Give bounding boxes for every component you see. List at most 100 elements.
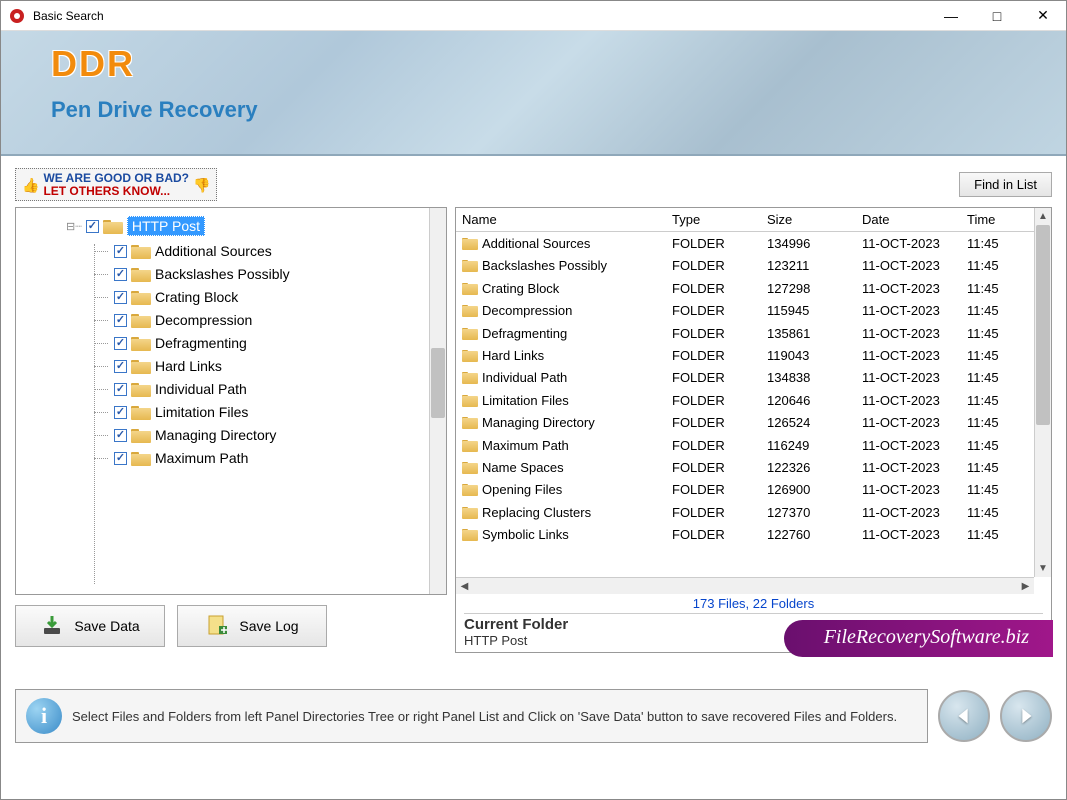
cell-size: 127370	[761, 501, 856, 524]
cell-date: 11-OCT-2023	[856, 456, 961, 479]
scroll-up-icon[interactable]: ▲	[1035, 208, 1051, 225]
folder-icon	[131, 266, 151, 282]
checkbox[interactable]	[114, 383, 127, 396]
list-item[interactable]: Individual PathFOLDER13483811-OCT-202311…	[456, 367, 1034, 389]
minimize-button[interactable]: —	[928, 1, 974, 31]
expand-toggle-icon[interactable]: ⊟┈	[66, 220, 82, 233]
folder-icon	[131, 335, 151, 351]
tree-node[interactable]: Backslashes Possibly	[114, 266, 423, 282]
scroll-left-icon[interactable]: ◀	[456, 578, 473, 594]
scrollbar-thumb[interactable]	[431, 348, 445, 418]
list-item[interactable]: Additional SourcesFOLDER13499611-OCT-202…	[456, 232, 1034, 254]
column-time[interactable]: Time	[961, 208, 1011, 231]
maximize-button[interactable]: □	[974, 1, 1020, 31]
tree-root-label: HTTP Post	[127, 216, 205, 236]
checkbox[interactable]	[114, 429, 127, 442]
column-type[interactable]: Type	[666, 208, 761, 231]
cell-size: 119043	[761, 344, 856, 367]
folder-icon	[462, 327, 478, 340]
tree-node-label: Decompression	[155, 312, 252, 328]
list-item[interactable]: Replacing ClustersFOLDER12737011-OCT-202…	[456, 501, 1034, 523]
scroll-right-icon[interactable]: ▶	[1017, 578, 1034, 594]
tree-node[interactable]: Defragmenting	[114, 335, 423, 351]
save-data-button[interactable]: Save Data	[15, 605, 165, 647]
cell-size: 122326	[761, 456, 856, 479]
cell-size: 127298	[761, 277, 856, 300]
close-button[interactable]: ✕	[1020, 1, 1066, 31]
checkbox[interactable]	[114, 406, 127, 419]
list-item[interactable]: Limitation FilesFOLDER12064611-OCT-20231…	[456, 389, 1034, 411]
tree-node-label: Managing Directory	[155, 427, 276, 443]
folder-icon	[103, 218, 123, 234]
checkbox[interactable]	[114, 291, 127, 304]
checkbox[interactable]	[114, 245, 127, 258]
scroll-down-icon[interactable]: ▼	[1035, 560, 1051, 577]
save-log-label: Save Log	[239, 618, 298, 634]
column-size[interactable]: Size	[761, 208, 856, 231]
tree-node[interactable]: Individual Path	[114, 381, 423, 397]
cell-time: 11:45	[961, 299, 1011, 322]
list-item[interactable]: Maximum PathFOLDER11624911-OCT-202311:45	[456, 434, 1034, 456]
cell-time: 11:45	[961, 232, 1011, 255]
list-item[interactable]: DefragmentingFOLDER13586111-OCT-202311:4…	[456, 322, 1034, 344]
checkbox[interactable]	[114, 360, 127, 373]
cell-time: 11:45	[961, 478, 1011, 501]
list-item[interactable]: Backslashes PossiblyFOLDER12321111-OCT-2…	[456, 255, 1034, 277]
cell-name: Backslashes Possibly	[482, 258, 607, 273]
cell-time: 11:45	[961, 456, 1011, 479]
list-scrollbar-vertical[interactable]: ▲ ▼	[1034, 208, 1051, 577]
list-item[interactable]: DecompressionFOLDER11594511-OCT-202311:4…	[456, 300, 1034, 322]
cell-size: 120646	[761, 389, 856, 412]
cell-size: 126900	[761, 478, 856, 501]
cell-name: Maximum Path	[482, 438, 569, 453]
find-in-list-button[interactable]: Find in List	[959, 172, 1052, 197]
list-item[interactable]: Symbolic LinksFOLDER12276011-OCT-202311:…	[456, 523, 1034, 545]
tree-root-node[interactable]: ⊟┈ HTTP Post	[66, 216, 423, 236]
scrollbar-thumb[interactable]	[1036, 225, 1050, 425]
tree-node[interactable]: Limitation Files	[114, 404, 423, 420]
checkbox[interactable]	[114, 268, 127, 281]
tree-node[interactable]: Crating Block	[114, 289, 423, 305]
tree-node[interactable]: Maximum Path	[114, 450, 423, 466]
cell-size: 115945	[761, 299, 856, 322]
forward-button[interactable]	[1000, 690, 1052, 742]
cell-type: FOLDER	[666, 478, 761, 501]
cell-type: FOLDER	[666, 411, 761, 434]
save-log-button[interactable]: Save Log	[177, 605, 327, 647]
cell-type: FOLDER	[666, 299, 761, 322]
folder-icon	[131, 289, 151, 305]
list-scrollbar-horizontal[interactable]: ◀ ▶	[456, 577, 1034, 594]
checkbox[interactable]	[114, 314, 127, 327]
folder-icon	[462, 506, 478, 519]
tree-node[interactable]: Hard Links	[114, 358, 423, 374]
title-bar: Basic Search — □ ✕	[1, 1, 1066, 31]
list-item[interactable]: Crating BlockFOLDER12729811-OCT-202311:4…	[456, 277, 1034, 299]
brand-subtitle: Pen Drive Recovery	[51, 97, 1016, 123]
column-date[interactable]: Date	[856, 208, 961, 231]
folder-icon	[131, 312, 151, 328]
checkbox[interactable]	[114, 337, 127, 350]
list-panel: Name Type Size Date Time Additional Sour…	[455, 207, 1052, 595]
cell-type: FOLDER	[666, 232, 761, 255]
back-button[interactable]	[938, 690, 990, 742]
cell-type: FOLDER	[666, 389, 761, 412]
folder-icon	[131, 358, 151, 374]
list-item[interactable]: Managing DirectoryFOLDER12652411-OCT-202…	[456, 412, 1034, 434]
tree-scrollbar[interactable]	[429, 208, 446, 594]
list-item[interactable]: Hard LinksFOLDER11904311-OCT-202311:45	[456, 344, 1034, 366]
tree-node-label: Maximum Path	[155, 450, 248, 466]
cell-type: FOLDER	[666, 254, 761, 277]
checkbox[interactable]	[86, 220, 99, 233]
cell-time: 11:45	[961, 366, 1011, 389]
list-item[interactable]: Opening FilesFOLDER12690011-OCT-202311:4…	[456, 479, 1034, 501]
checkbox[interactable]	[114, 452, 127, 465]
tree-node[interactable]: Managing Directory	[114, 427, 423, 443]
list-item[interactable]: Name SpacesFOLDER12232611-OCT-202311:45	[456, 456, 1034, 478]
list-header: Name Type Size Date Time	[456, 208, 1034, 232]
column-name[interactable]: Name	[456, 208, 666, 231]
tree-node[interactable]: Additional Sources	[114, 243, 423, 259]
cell-time: 11:45	[961, 434, 1011, 457]
cell-date: 11-OCT-2023	[856, 299, 961, 322]
tree-node[interactable]: Decompression	[114, 312, 423, 328]
feedback-link[interactable]: 👍 WE ARE GOOD OR BAD? LET OTHERS KNOW...…	[15, 168, 217, 201]
